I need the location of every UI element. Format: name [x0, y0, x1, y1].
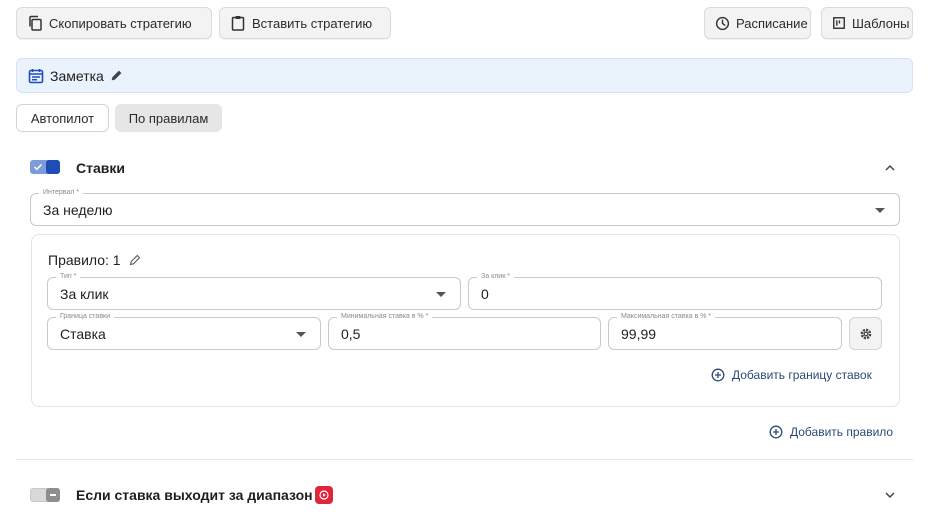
type-select[interactable]: Тип * За клик — [47, 272, 461, 310]
schedule-label: Расписание — [736, 15, 808, 31]
caret-down-icon — [875, 207, 885, 213]
max-bid-input[interactable]: Максимальная ставка в % * 99,99 — [608, 312, 842, 350]
out-of-range-toggle-knob — [46, 488, 60, 502]
copy-strategy-button[interactable]: Скопировать стратегию — [16, 7, 212, 39]
type-field-label: Тип * — [56, 272, 81, 282]
templates-button[interactable]: Шаблоны — [821, 7, 913, 39]
max-bid-field-label: Максимальная ставка в % * — [617, 312, 716, 322]
plus-circle-icon — [769, 425, 783, 439]
caret-down-icon — [296, 331, 306, 337]
copy-strategy-label: Скопировать стратегию — [49, 15, 192, 31]
out-of-range-toggle[interactable] — [30, 488, 60, 502]
min-bid-input[interactable]: Минимальная ставка в % * 0,5 — [328, 312, 601, 350]
minus-icon — [50, 494, 56, 496]
interval-value: За неделю — [43, 201, 113, 218]
pencil-icon[interactable] — [129, 254, 141, 266]
rule-settings-button[interactable] — [849, 317, 882, 350]
out-of-range-title: Если ставка выходит за диапазон — [76, 487, 313, 503]
bids-toggle-knob — [46, 160, 60, 174]
paste-strategy-button[interactable]: Вставить стратегию — [219, 7, 391, 39]
check-icon — [33, 163, 43, 171]
add-bid-limit-label: Добавить границу ставок — [732, 368, 872, 382]
calendar-icon — [28, 68, 44, 83]
rules-mode-button[interactable]: По правилам — [115, 104, 222, 132]
rules-label: По правилам — [128, 110, 209, 126]
pencil-icon[interactable] — [110, 69, 123, 82]
bid-limit-value: Ставка — [60, 325, 106, 342]
per-click-field-label: За клик * — [477, 272, 514, 282]
autopilot-mode-button[interactable]: Автопилот — [16, 104, 109, 132]
add-bid-limit-link[interactable]: Добавить границу ставок — [711, 368, 872, 382]
interval-select[interactable]: Интервал * За неделю — [30, 188, 900, 226]
clipboard-icon — [231, 16, 245, 31]
interval-field-label: Интервал * — [39, 188, 84, 198]
templates-icon — [833, 17, 845, 29]
type-value: За клик — [60, 285, 109, 302]
add-rule-link[interactable]: Добавить правило — [769, 425, 893, 439]
paste-strategy-label: Вставить стратегию — [252, 15, 373, 31]
video-badge-icon[interactable] — [315, 486, 333, 504]
play-icon — [319, 490, 329, 500]
plus-circle-icon — [711, 368, 725, 382]
chevron-down-icon[interactable] — [883, 488, 897, 502]
bid-limit-field-label: Граница ставки — [56, 312, 115, 322]
bid-limit-select[interactable]: Граница ставки Ставка — [47, 312, 321, 350]
rule-title: Правило: 1 — [48, 252, 141, 268]
chevron-up-icon[interactable] — [883, 161, 897, 175]
copy-icon — [29, 15, 42, 31]
caret-down-icon — [436, 291, 446, 297]
clock-icon — [715, 16, 730, 30]
min-bid-value: 0,5 — [341, 325, 361, 342]
bids-toggle[interactable] — [30, 160, 60, 174]
add-rule-label: Добавить правило — [790, 425, 894, 439]
min-bid-field-label: Минимальная ставка в % * — [337, 312, 433, 322]
bids-title: Ставки — [76, 160, 125, 176]
note-bar: Заметка — [16, 58, 913, 93]
note-label: Заметка — [50, 67, 104, 84]
templates-label: Шаблоны — [852, 15, 910, 31]
schedule-button[interactable]: Расписание — [704, 7, 811, 39]
autopilot-label: Автопилот — [30, 110, 95, 126]
per-click-input[interactable]: За клик * 0 — [468, 272, 882, 310]
section-divider — [16, 459, 913, 460]
rule-title-text: Правило: 1 — [48, 252, 121, 268]
per-click-value: 0 — [481, 285, 489, 302]
gear-icon — [860, 328, 871, 339]
max-bid-value: 99,99 — [621, 325, 657, 342]
